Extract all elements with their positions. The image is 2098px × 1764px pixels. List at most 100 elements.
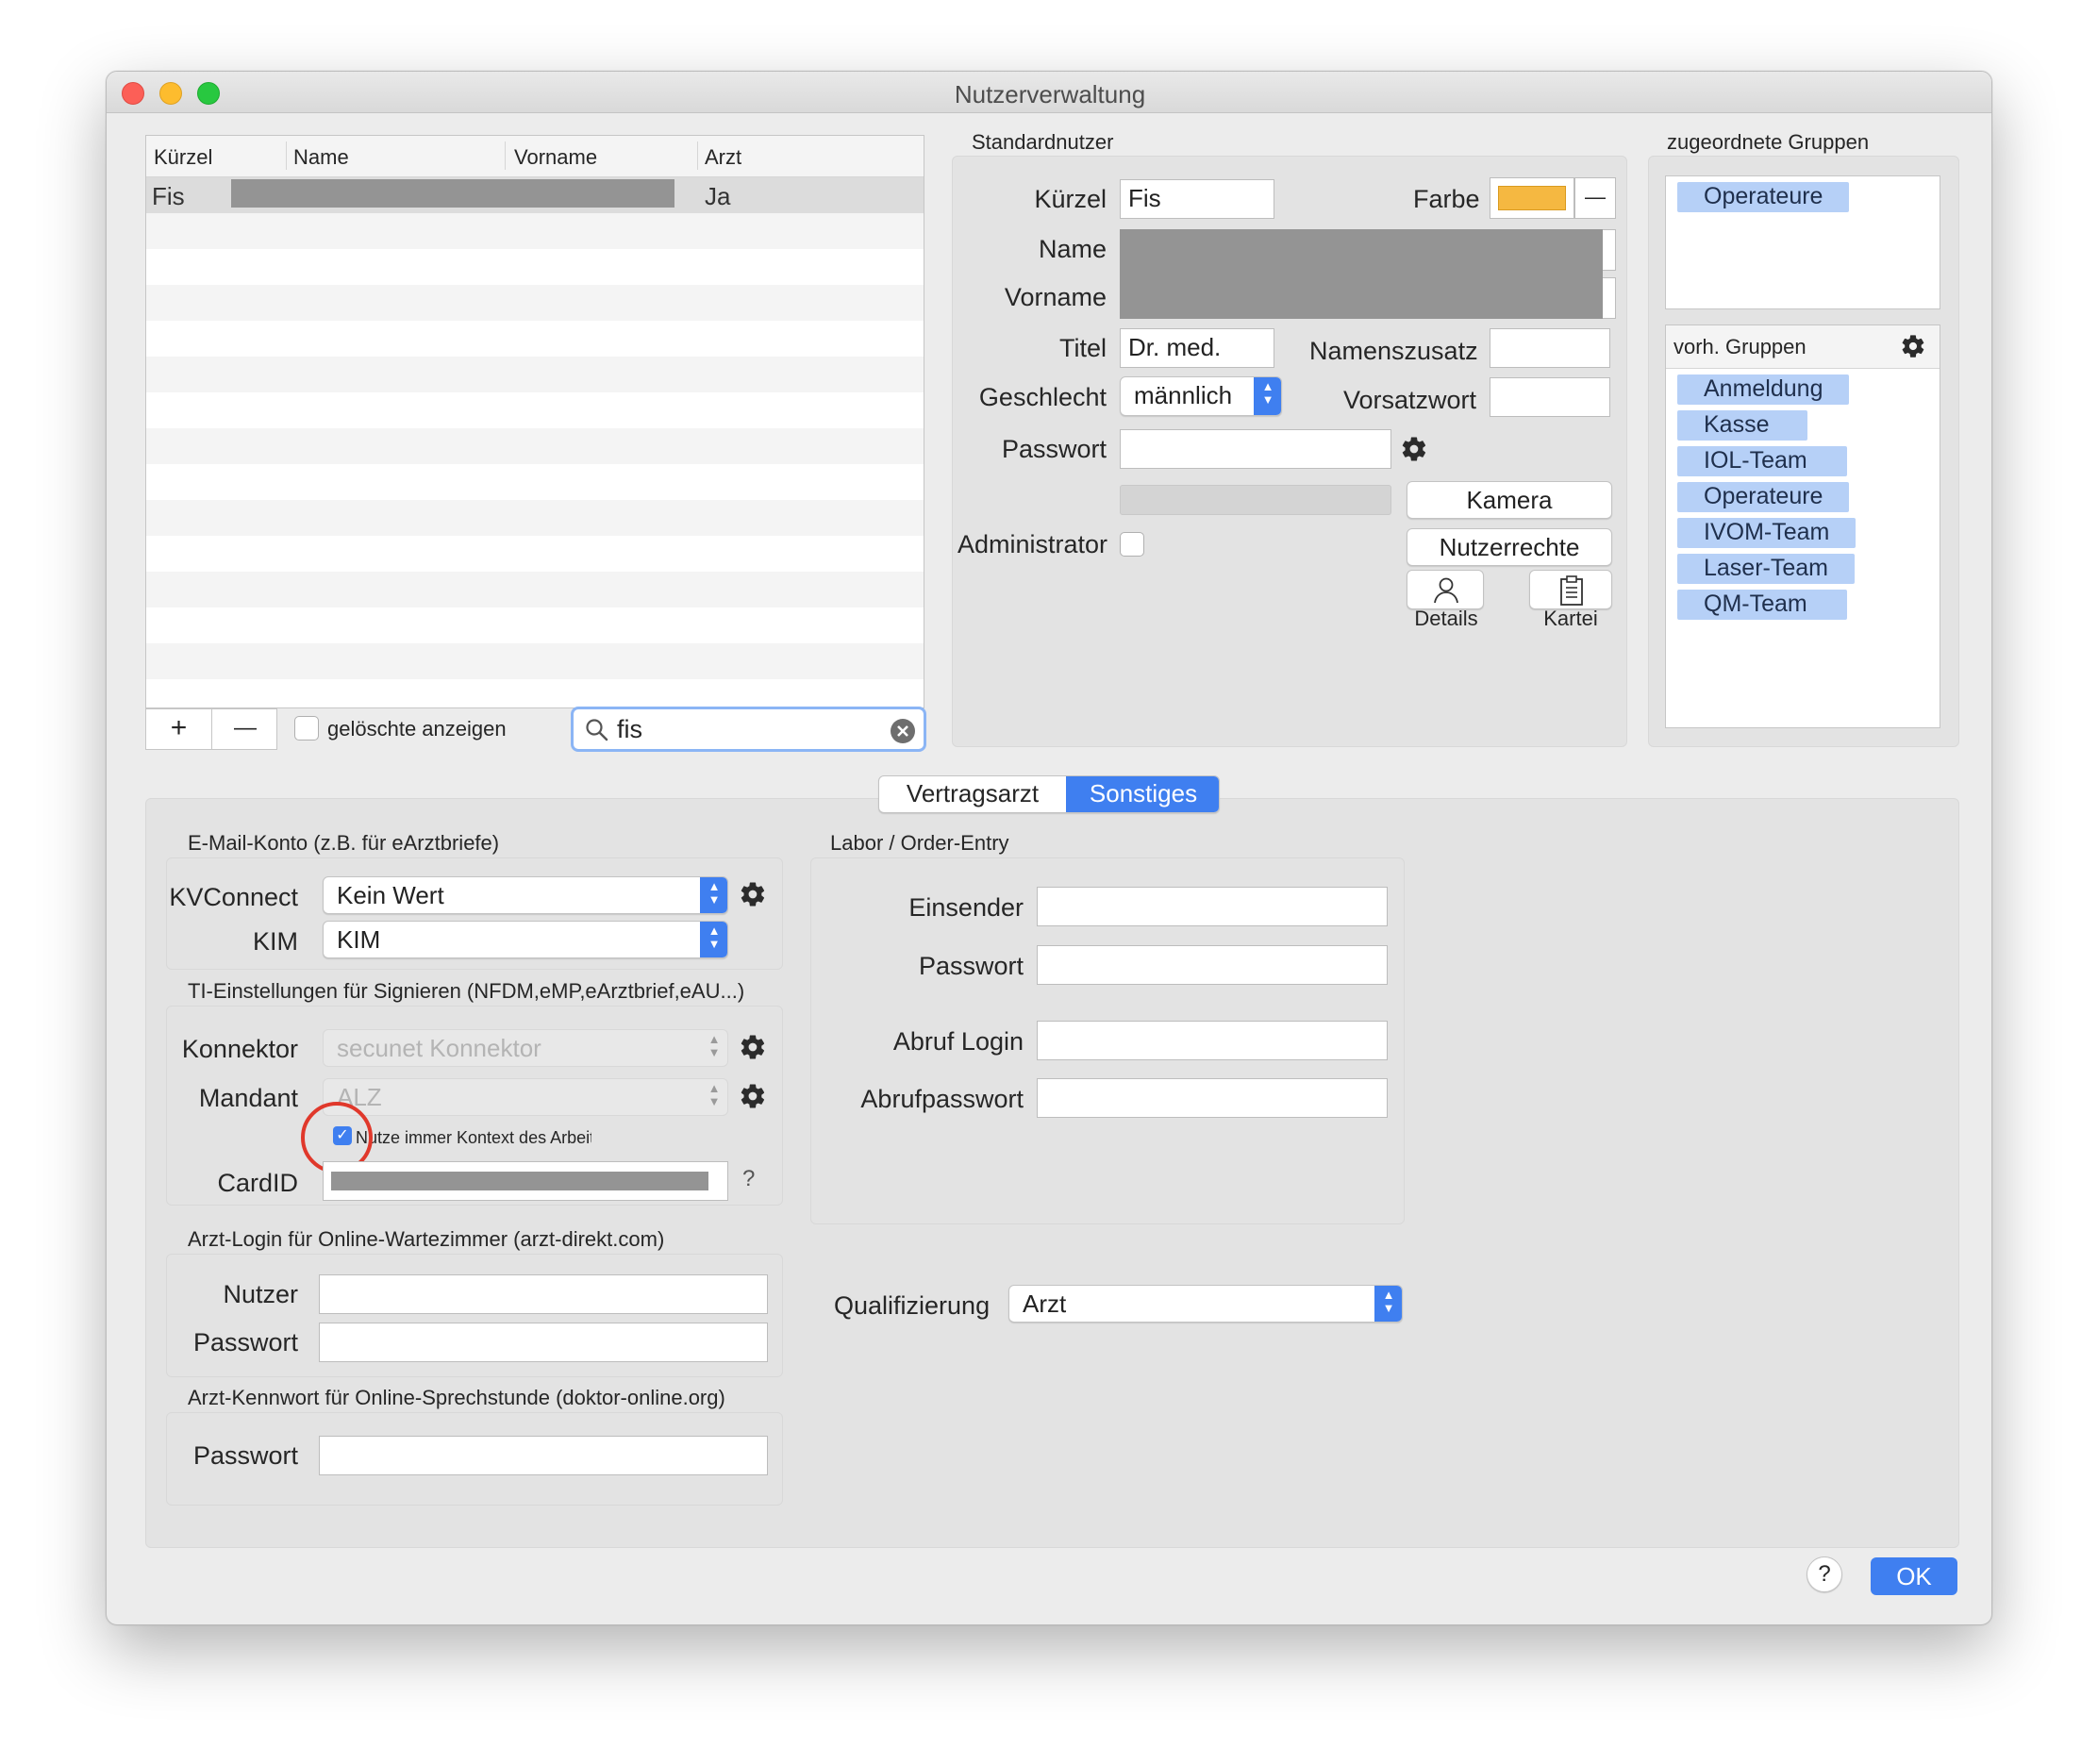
ti-section-title: TI-Einstellungen für Signieren (NFDM,eMP…	[188, 979, 745, 1003]
kim-label: KIM	[252, 927, 298, 956]
einsender-field[interactable]	[1037, 887, 1388, 926]
qualifizierung-label: Qualifizierung	[834, 1291, 991, 1320]
kamera-button[interactable]: Kamera	[1407, 481, 1612, 519]
arzt-login-passwort-field[interactable]	[319, 1323, 768, 1362]
assigned-groups-list: Operateure	[1665, 175, 1940, 309]
person-icon	[1434, 577, 1458, 604]
titel-field[interactable]: Dr. med.	[1120, 328, 1274, 368]
help-button[interactable]: ?	[1807, 1556, 1842, 1592]
assigned-groups-title: zugeordnete Gruppen	[1667, 130, 1870, 154]
assigned-group-item[interactable]: Operateure	[1677, 182, 1850, 212]
add-remove-bar: + —	[145, 708, 277, 750]
column-header-arzt[interactable]: Arzt	[705, 145, 741, 170]
cell-arzt: Ja	[705, 182, 731, 210]
redacted-cardid	[331, 1172, 708, 1190]
search-icon	[586, 719, 608, 741]
remove-user-button[interactable]: —	[212, 709, 278, 749]
arzt-login-section-title: Arzt-Login für Online-Wartezimmer (arzt-…	[188, 1227, 665, 1251]
show-deleted-label: gelöschte anzeigen	[327, 717, 507, 741]
kartei-button[interactable]	[1529, 570, 1612, 609]
passwort-field[interactable]	[1120, 429, 1391, 469]
qualifizierung-value: Arzt	[1023, 1290, 1067, 1318]
redacted-name-block	[1120, 229, 1603, 319]
clipboard-icon	[1560, 575, 1583, 606]
geschlecht-value: männlich	[1134, 381, 1233, 409]
abruf-login-field[interactable]	[1037, 1021, 1388, 1060]
namenszusatz-field[interactable]	[1490, 328, 1610, 368]
geschlecht-label: Geschlecht	[978, 383, 1107, 411]
mandant-settings-gear-icon[interactable]	[739, 1082, 767, 1110]
administrator-checkbox[interactable]	[1120, 532, 1144, 557]
group-item-iol-team[interactable]: IOL-Team	[1677, 446, 1847, 476]
group-item-operateure[interactable]: Operateure	[1677, 482, 1850, 512]
tab-vertragsarzt[interactable]: Vertragsarzt	[879, 776, 1066, 812]
konnektor-select[interactable]: secunet Konnektor ▲ ▼	[323, 1029, 728, 1067]
einsender-label: Einsender	[908, 893, 1024, 922]
chevron-updown-icon: ▲ ▼	[700, 877, 727, 913]
available-groups-header: vorh. Gruppen	[1666, 325, 1940, 369]
group-item-kasse[interactable]: Kasse	[1677, 410, 1807, 441]
farbe-label: Farbe	[1413, 185, 1480, 213]
search-input[interactable]: fis	[617, 715, 642, 744]
kvconnect-select[interactable]: Kein Wert ▲ ▼	[323, 876, 728, 914]
administrator-label: Administrator	[957, 530, 1108, 558]
password-settings-gear-icon[interactable]	[1400, 435, 1428, 463]
kim-select[interactable]: KIM ▲ ▼	[323, 921, 728, 958]
labor-passwort-field[interactable]	[1037, 945, 1388, 985]
cardid-field[interactable]	[323, 1161, 728, 1201]
group-item-qm-team[interactable]: QM-Team	[1677, 590, 1847, 620]
window-title: Nutzerverwaltung	[954, 80, 1146, 108]
column-header-name[interactable]: Name	[293, 145, 349, 170]
column-divider	[505, 141, 506, 170]
group-item-anmeldung[interactable]: Anmeldung	[1677, 374, 1850, 405]
vorsatzwort-field[interactable]	[1490, 377, 1610, 417]
available-groups-list: vorh. Gruppen Anmeldung Kasse IOL-Team O…	[1665, 325, 1940, 728]
cardid-help-icon[interactable]: ?	[742, 1166, 755, 1192]
clear-search-icon[interactable]	[890, 718, 916, 744]
abrufpasswort-label: Abrufpasswort	[860, 1085, 1024, 1113]
qualifizierung-select[interactable]: Arzt ▲ ▼	[1008, 1285, 1403, 1323]
color-well[interactable]	[1490, 177, 1574, 219]
table-row[interactable]: Fis Ja	[146, 177, 924, 213]
context-checkbox-label: Nutze immer Kontext des Arbeitsplatzes	[356, 1128, 591, 1147]
tab-sonstiges[interactable]: Sonstiges	[1066, 776, 1219, 812]
redacted-name	[231, 179, 674, 208]
column-header-vorname[interactable]: Vorname	[514, 145, 597, 170]
group-item-ivom-team[interactable]: IVOM-Team	[1677, 518, 1857, 548]
nutzerrechte-button[interactable]: Nutzerrechte	[1407, 528, 1612, 566]
ok-button[interactable]: OK	[1871, 1557, 1957, 1595]
details-button[interactable]	[1407, 570, 1484, 609]
group-item-laser-team[interactable]: Laser-Team	[1677, 554, 1855, 584]
show-deleted-checkbox[interactable]	[294, 716, 319, 741]
konnektor-label: Konnektor	[181, 1035, 298, 1063]
kuerzel-field[interactable]: Fis	[1120, 179, 1274, 219]
column-header-kuerzel[interactable]: Kürzel	[154, 145, 212, 170]
kvconnect-label: KVConnect	[169, 883, 298, 911]
kvconnect-settings-gear-icon[interactable]	[739, 880, 767, 908]
arzt-login-nutzer-field[interactable]	[319, 1274, 768, 1314]
kuerzel-label: Kürzel	[1034, 185, 1107, 213]
name-label: Name	[1038, 235, 1107, 263]
column-divider	[286, 141, 287, 170]
search-field[interactable]: fis	[571, 707, 926, 752]
table-body: Fis Ja	[146, 177, 924, 707]
cardid-label: CardID	[217, 1169, 298, 1197]
column-divider	[697, 141, 698, 170]
arzt-login-passwort-label: Passwort	[192, 1328, 298, 1356]
kartei-label: Kartei	[1543, 607, 1598, 630]
chevron-updown-icon: ▲ ▼	[1254, 377, 1281, 415]
geschlecht-select[interactable]: männlich ▲ ▼	[1120, 376, 1282, 416]
groups-settings-gear-icon[interactable]	[1900, 333, 1926, 359]
user-management-window: Nutzerverwaltung Kürzel Name Vorname Arz…	[106, 71, 1992, 1625]
chevron-updown-icon: ▲ ▼	[708, 1081, 721, 1108]
abrufpasswort-field[interactable]	[1037, 1078, 1388, 1118]
namenszusatz-label: Namenszusatz	[1309, 337, 1478, 365]
arzt-kennwort-passwort-field[interactable]	[319, 1436, 768, 1475]
segmented-tabs: Vertragsarzt Sonstiges	[878, 775, 1220, 813]
color-swatch	[1498, 186, 1566, 210]
mandant-select[interactable]: ALZ ▲ ▼	[323, 1078, 728, 1116]
add-user-button[interactable]: +	[146, 709, 212, 749]
konnektor-settings-gear-icon[interactable]	[739, 1033, 767, 1061]
chevron-updown-icon: ▲ ▼	[1374, 1286, 1402, 1322]
remove-color-button[interactable]: —	[1574, 177, 1616, 219]
